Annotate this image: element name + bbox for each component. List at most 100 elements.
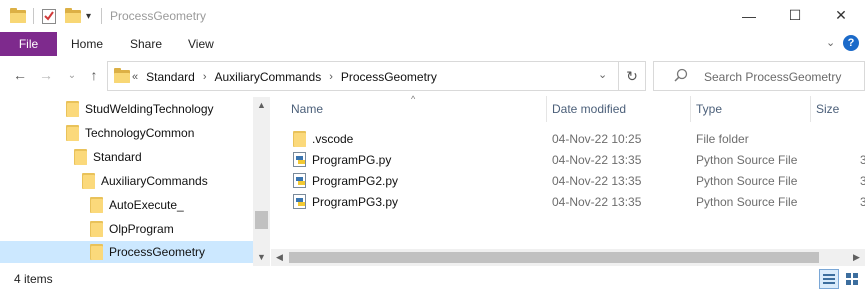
- window-title: ProcessGeometry: [110, 9, 207, 23]
- close-button[interactable]: ✕: [818, 0, 864, 31]
- tree-item-studweldingtechnology[interactable]: StudWeldingTechnology: [66, 98, 214, 120]
- folder-icon: [90, 221, 103, 237]
- breadcrumb-standard[interactable]: Standard: [146, 70, 195, 84]
- file-name: ProgramPG.py: [312, 153, 392, 167]
- scroll-down-icon[interactable]: ▼: [253, 249, 270, 266]
- file-type: Python Source File: [696, 195, 798, 209]
- navigation-pane-scrollbar[interactable]: ▲ ▼: [253, 97, 270, 266]
- search-box[interactable]: Search ProcessGeometry: [653, 61, 865, 91]
- file-name: ProgramPG2.py: [312, 174, 399, 188]
- column-header-date[interactable]: Date modified: [552, 102, 626, 116]
- folder-icon: [66, 101, 79, 117]
- tree-item-label: OlpProgram: [109, 222, 174, 236]
- address-bar[interactable]: « Standard › AuxiliaryCommands › Process…: [107, 61, 646, 91]
- new-folder-icon[interactable]: [65, 6, 81, 26]
- file-size: 3: [860, 174, 865, 188]
- sort-ascending-icon: ^: [411, 94, 416, 104]
- python-file-icon: [293, 194, 306, 209]
- table-row[interactable]: ProgramPG3.py 04-Nov-22 13:35 Python Sou…: [289, 191, 865, 212]
- folder-icon: [66, 125, 79, 141]
- tree-item-processgeometry[interactable]: ProcessGeometry: [0, 241, 253, 263]
- breadcrumb-processgeometry[interactable]: ProcessGeometry: [341, 70, 437, 84]
- tree-item-auxiliarycommands[interactable]: AuxiliaryCommands: [82, 170, 208, 192]
- tree-item-olpprogram[interactable]: OlpProgram: [90, 218, 174, 240]
- up-button[interactable]: ↑: [84, 65, 104, 85]
- scroll-right-icon[interactable]: ▶: [848, 249, 865, 266]
- breadcrumb-auxiliarycommands[interactable]: AuxiliaryCommands: [215, 70, 322, 84]
- navigation-pane: StudWeldingTechnology TechnologyCommon S…: [0, 97, 270, 266]
- tree-item-label: StudWeldingTechnology: [85, 102, 214, 116]
- details-view-button[interactable]: [819, 269, 839, 289]
- file-type: Python Source File: [696, 153, 798, 167]
- scroll-left-icon[interactable]: ◀: [271, 249, 288, 266]
- recent-locations-button[interactable]: ⌄: [62, 65, 82, 85]
- file-size: 3: [860, 195, 865, 209]
- tree-item-label: Standard: [93, 150, 142, 164]
- navigation-bar: ← → ⌄ ↑ « Standard › AuxiliaryCommands ›…: [0, 57, 865, 94]
- tree-item-autoexecute[interactable]: AutoExecute_: [90, 194, 184, 216]
- details-view-icon: [823, 274, 835, 284]
- file-type: File folder: [696, 132, 749, 146]
- folder-icon: [90, 197, 103, 213]
- minimize-button[interactable]: —: [726, 0, 772, 31]
- chevron-right-icon[interactable]: ›: [203, 71, 207, 83]
- file-type: Python Source File: [696, 174, 798, 188]
- folder-icon: [293, 131, 306, 150]
- table-row[interactable]: .vscode 04-Nov-22 10:25 File folder: [289, 128, 865, 149]
- address-dropdown-icon[interactable]: ⌄: [598, 68, 607, 81]
- status-bar: 4 items: [0, 266, 865, 291]
- scroll-thumb[interactable]: [289, 252, 819, 263]
- tab-share[interactable]: Share: [130, 37, 162, 51]
- folder-icon: [82, 173, 95, 189]
- location-folder-icon: [114, 68, 130, 86]
- breadcrumb-overflow[interactable]: «: [132, 71, 138, 83]
- tab-file[interactable]: File: [0, 32, 57, 56]
- title-bar: ▾ ProcessGeometry — ☐ ✕: [0, 0, 865, 32]
- expand-ribbon-icon[interactable]: ⌄: [826, 36, 835, 49]
- app-folder-icon: [10, 6, 26, 26]
- forward-button[interactable]: →: [36, 65, 56, 85]
- qat-divider: [33, 8, 34, 24]
- item-count: 4 items: [14, 272, 53, 286]
- tab-view[interactable]: View: [188, 37, 214, 51]
- python-file-icon: [293, 152, 306, 167]
- file-date: 04-Nov-22 13:35: [552, 195, 642, 209]
- customize-qat-icon[interactable]: ▾: [86, 6, 91, 26]
- file-date: 04-Nov-22 13:35: [552, 174, 642, 188]
- chevron-right-icon[interactable]: ›: [329, 71, 333, 83]
- folder-icon: [90, 244, 103, 260]
- folder-icon: [74, 149, 87, 165]
- table-row[interactable]: ProgramPG2.py 04-Nov-22 13:35 Python Sou…: [289, 170, 865, 191]
- search-input[interactable]: Search ProcessGeometry: [704, 70, 841, 84]
- python-file-icon: [293, 173, 306, 188]
- large-icons-view-button[interactable]: [842, 269, 862, 289]
- scroll-up-icon[interactable]: ▲: [253, 97, 270, 114]
- back-button[interactable]: ←: [10, 65, 30, 85]
- tree-item-label: TechnologyCommon: [85, 126, 195, 140]
- large-icons-view-icon: [846, 273, 858, 285]
- help-icon[interactable]: ?: [843, 35, 859, 51]
- file-date: 04-Nov-22 10:25: [552, 132, 642, 146]
- tree-item-standard[interactable]: Standard: [74, 146, 142, 168]
- scroll-thumb[interactable]: [255, 211, 268, 229]
- maximize-button[interactable]: ☐: [772, 0, 818, 31]
- tree-item-label: ProcessGeometry: [109, 245, 206, 259]
- file-list: ^ Name Date modified Type Size .vscode 0…: [271, 94, 865, 266]
- tree-item-label: AuxiliaryCommands: [101, 174, 208, 188]
- properties-icon[interactable]: [42, 6, 56, 26]
- column-header-size[interactable]: Size: [816, 102, 839, 116]
- file-size: 3: [860, 153, 865, 167]
- tab-home[interactable]: Home: [71, 37, 103, 51]
- tree-item-technologycommon[interactable]: TechnologyCommon: [66, 122, 194, 144]
- file-name: ProgramPG3.py: [312, 195, 399, 209]
- column-header-name[interactable]: Name: [291, 102, 323, 116]
- file-list-horizontal-scrollbar[interactable]: ◀ ▶: [271, 249, 865, 266]
- column-header-type[interactable]: Type: [696, 102, 722, 116]
- refresh-icon[interactable]: ↻: [624, 68, 640, 84]
- table-row[interactable]: ProgramPG.py 04-Nov-22 13:35 Python Sour…: [289, 149, 865, 170]
- tree-item-label: AutoExecute_: [109, 198, 184, 212]
- file-name: .vscode: [312, 132, 354, 146]
- ribbon-tabs: File Home Share View ⌄ ?: [0, 32, 865, 56]
- qat-divider: [101, 8, 102, 24]
- search-icon: [674, 68, 690, 84]
